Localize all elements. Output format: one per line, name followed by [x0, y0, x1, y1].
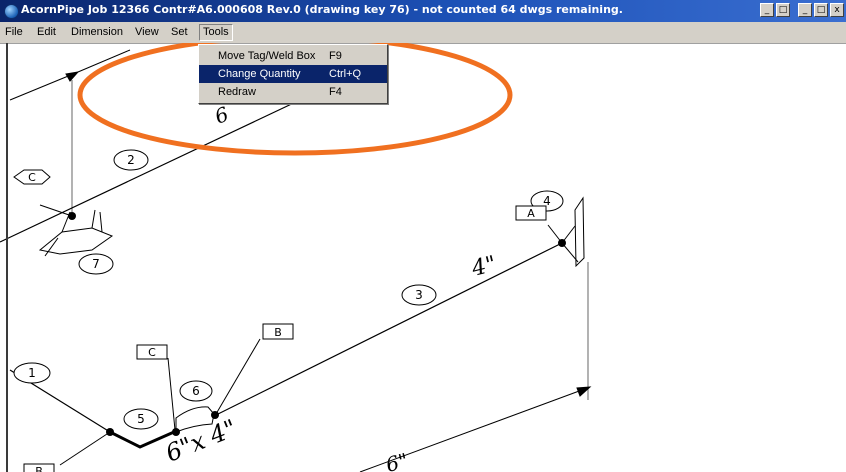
pipe-support-leg — [91, 209, 96, 229]
app-minimize-button[interactable]: _ — [798, 3, 812, 17]
doc-minimize-button[interactable]: _ — [760, 3, 774, 17]
menu-item-label: Redraw — [218, 86, 256, 98]
handwritten-dimension: 6"x 4" — [162, 414, 241, 468]
weld-point[interactable] — [106, 428, 114, 436]
menu-item-shortcut: Ctrl+Q — [329, 68, 362, 80]
pipe-support-pad — [38, 227, 114, 255]
window-controls: _ □ _ □ x — [760, 3, 844, 17]
tag-label: B — [35, 465, 43, 472]
dimension-arrow — [65, 71, 80, 82]
item-label: 6 — [192, 384, 200, 398]
menu-item-label: Change Quantity — [218, 68, 301, 80]
menu-item-change-quantity[interactable]: Change Quantity Ctrl+Q — [199, 65, 387, 83]
weld-point[interactable] — [211, 411, 219, 419]
tag-label: A — [527, 207, 535, 220]
menu-edit[interactable]: Edit — [34, 25, 59, 40]
menu-dimension[interactable]: Dimension — [68, 25, 126, 40]
app-restore-button[interactable]: □ — [814, 3, 828, 17]
pipe-support-leg — [99, 211, 103, 233]
menu-set[interactable]: Set — [168, 25, 191, 40]
menu-item-shortcut: F9 — [329, 50, 342, 62]
tag-label: C — [148, 346, 156, 359]
app-close-button[interactable]: x — [830, 3, 844, 17]
item-label: 7 — [92, 257, 100, 271]
handwritten-dimension: 4" — [468, 252, 498, 282]
menu-tools[interactable]: Tools — [199, 24, 233, 41]
tag-leader — [59, 431, 111, 466]
handwritten-dimension: 6 — [212, 102, 232, 129]
window-title: AcornPipe Job 12366 Contr#A6.000608 Rev.… — [21, 3, 623, 16]
window-title-bar[interactable]: AcornPipe Job 12366 Contr#A6.000608 Rev.… — [0, 0, 846, 22]
tag-leader — [167, 357, 176, 431]
weld-point[interactable] — [558, 239, 566, 247]
tools-dropdown-menu: Move Tag/Weld Box F9 Change Quantity Ctr… — [198, 44, 388, 104]
tag-label: C — [28, 171, 36, 184]
menu-item-label: Move Tag/Weld Box — [218, 50, 316, 62]
item-label: 2 — [127, 153, 135, 167]
item-label: 3 — [415, 288, 423, 302]
left-frame-rule — [6, 43, 8, 472]
isometric-pipe-drawing[interactable]: 2 7 4 3 1 5 6 C A B C B 6 4" 6"x 4" 6" — [0, 43, 846, 472]
doc-restore-button[interactable]: □ — [776, 3, 790, 17]
item-label: 5 — [137, 412, 145, 426]
menu-item-move-tag[interactable]: Move Tag/Weld Box F9 — [199, 47, 387, 65]
menu-item-shortcut: F4 — [329, 86, 342, 98]
menu-view[interactable]: View — [132, 25, 162, 40]
item-label: 1 — [28, 366, 36, 380]
tag-leader — [215, 338, 261, 415]
tag-label: B — [274, 326, 282, 339]
app-globe-icon — [4, 4, 19, 19]
handwritten-dimension: 6" — [383, 448, 410, 472]
menu-item-redraw[interactable]: Redraw F4 — [199, 83, 387, 101]
pipe-segment-2 — [0, 99, 301, 243]
menu-file[interactable]: File — [2, 25, 26, 40]
weld-point[interactable] — [68, 212, 76, 220]
end-flange — [574, 196, 585, 268]
menu-bar: File Edit Dimension View Set Tools — [0, 22, 846, 44]
